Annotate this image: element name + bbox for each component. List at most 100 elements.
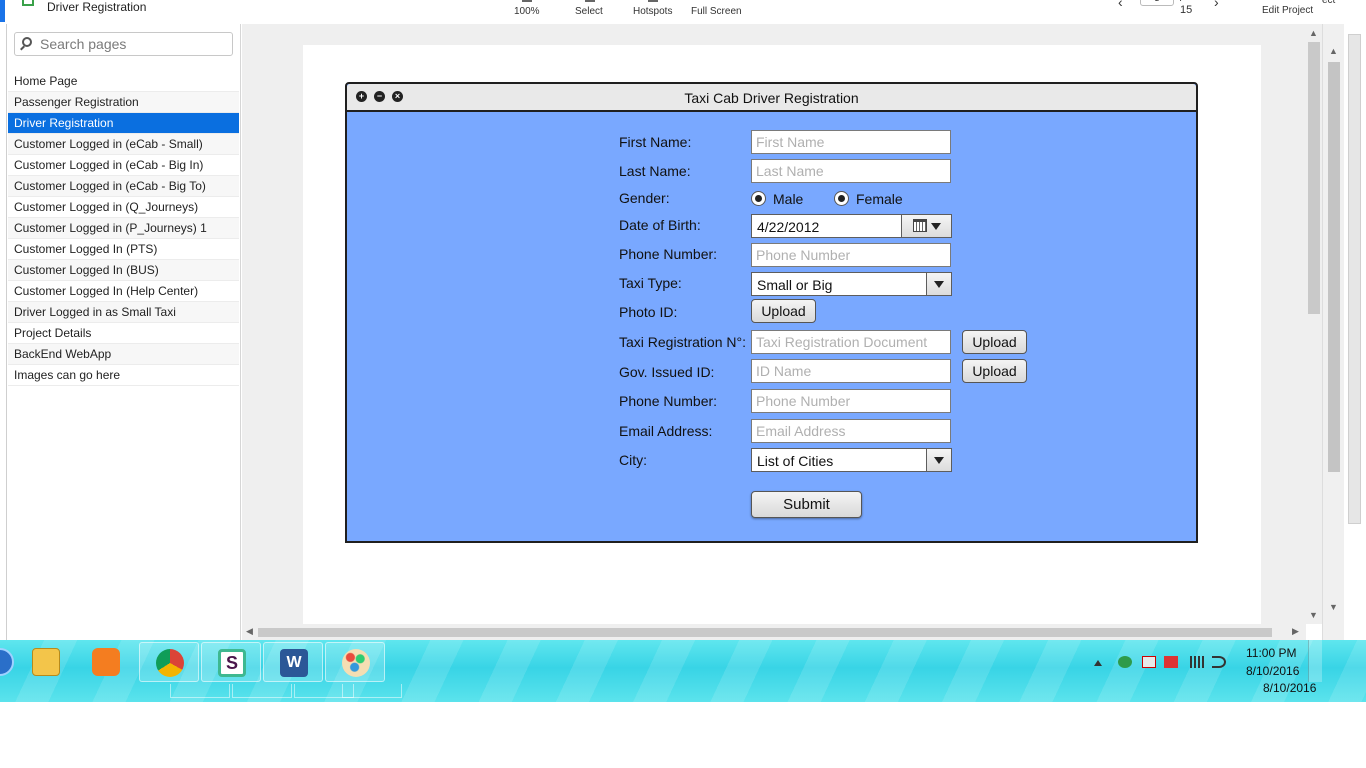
taskbar-slack[interactable]: S (201, 642, 261, 682)
network-error-icon[interactable] (1142, 656, 1156, 668)
horizontal-scroll-thumb[interactable] (258, 628, 1272, 637)
outer-scroll-thumb[interactable] (1348, 34, 1361, 524)
calendar-button[interactable] (901, 215, 951, 237)
mockup-window: + − × Taxi Cab Driver Registration First… (345, 82, 1198, 543)
city-dropdown-button[interactable] (926, 449, 951, 471)
clock-date[interactable]: 8/10/2016 (1246, 664, 1299, 678)
window-vertical-scrollbar[interactable]: ▲ ▼ (1322, 24, 1344, 644)
gender-male-radio[interactable] (751, 191, 766, 206)
page-item-ecab-small[interactable]: Customer Logged in (eCab - Small) (8, 134, 239, 155)
search-input[interactable] (40, 35, 230, 53)
page-item-ecab-big-to[interactable]: Customer Logged in (eCab - Big To) (8, 176, 239, 197)
search-box[interactable] (14, 32, 233, 56)
phone-number-label: Phone Number: (619, 246, 718, 262)
taskbar-media-player[interactable] (76, 642, 136, 682)
clock-date-ghost: 8/10/2016 (1263, 681, 1317, 695)
page-item-project-details[interactable]: Project Details (8, 323, 239, 344)
page-item-driver-registration[interactable]: Driver Registration (8, 113, 239, 134)
top-toolbar: Driver Registration 100% Select Hotspots… (0, 0, 1366, 24)
sidebar-edge (6, 24, 7, 640)
page-total: / 15 (1180, 0, 1193, 16)
page-item-home[interactable]: Home Page (8, 71, 239, 92)
sync-icon[interactable] (1118, 656, 1132, 668)
page-item-driver-small-taxi[interactable]: Driver Logged in as Small Taxi (8, 302, 239, 323)
page-number-input[interactable]: 5 (1140, 0, 1174, 6)
submit-button[interactable]: Submit (751, 491, 862, 518)
first-name-field[interactable] (751, 130, 951, 154)
left-accent-bar (0, 0, 5, 22)
last-name-label: Last Name: (619, 163, 691, 179)
taskbar-file-explorer[interactable] (16, 642, 76, 682)
hotspots-button[interactable]: Hotspots (633, 6, 672, 17)
volume-icon[interactable] (1212, 656, 1226, 668)
dob-date-picker[interactable]: 4/22/2012 (751, 214, 952, 238)
edit-project-button[interactable]: Edit Project (1262, 5, 1313, 16)
taskbar-ghost-item (342, 684, 402, 698)
mockup-title: Taxi Cab Driver Registration (684, 90, 859, 106)
outer-vertical-scrollbar[interactable] (1344, 24, 1366, 644)
window-scroll-up-icon[interactable]: ▲ (1329, 46, 1338, 56)
paint-icon (342, 649, 370, 677)
chevron-down-icon (934, 281, 944, 288)
page-item-ecab-big-in[interactable]: Customer Logged in (eCab - Big In) (8, 155, 239, 176)
phone-number-2-label: Phone Number: (619, 393, 718, 409)
phone-number-field[interactable] (751, 243, 951, 267)
taxi-registration-field[interactable] (751, 330, 951, 354)
windows-taskbar: S W 11:00 PM 8/10/2016 8/10/2016 (0, 640, 1366, 702)
phone-number-2-field[interactable] (751, 389, 951, 413)
page-item-p-journeys[interactable]: Customer Logged in (P_Journeys) 1 (8, 218, 239, 239)
scroll-up-icon[interactable]: ▲ (1309, 28, 1318, 38)
scroll-down-icon[interactable]: ▼ (1309, 610, 1318, 620)
taskbar-paint[interactable] (325, 642, 385, 682)
page-item-help-center[interactable]: Customer Logged In (Help Center) (8, 281, 239, 302)
gender-female-radio[interactable] (834, 191, 849, 206)
page-item-images[interactable]: Images can go here (8, 365, 239, 386)
show-desktop-button[interactable] (1308, 640, 1322, 682)
page-item-bus[interactable]: Customer Logged In (BUS) (8, 260, 239, 281)
gender-label: Gender: (619, 190, 670, 206)
taskbar-chrome[interactable] (139, 642, 199, 682)
taxi-type-value: Small or Big (757, 277, 833, 293)
next-page-icon[interactable]: › (1214, 0, 1219, 10)
email-field[interactable] (751, 419, 951, 443)
page-item-q-journeys[interactable]: Customer Logged in (Q_Journeys) (8, 197, 239, 218)
gov-id-field[interactable] (751, 359, 951, 383)
photo-id-upload-button[interactable]: Upload (751, 299, 816, 323)
horizontal-scrollbar[interactable]: ◀ ▶ (242, 624, 1306, 640)
clock-time[interactable]: 11:00 PM (1246, 646, 1296, 660)
window-scroll-thumb[interactable] (1328, 62, 1340, 472)
gov-id-upload-button[interactable]: Upload (962, 359, 1027, 383)
scroll-right-icon[interactable]: ▶ (1292, 626, 1299, 637)
email-label: Email Address: (619, 423, 713, 439)
dob-value: 4/22/2012 (757, 219, 820, 235)
page-item-pts[interactable]: Customer Logged In (PTS) (8, 239, 239, 260)
page-item-passenger-registration[interactable]: Passenger Registration (8, 92, 239, 113)
page-item-backend-webapp[interactable]: BackEnd WebApp (8, 344, 239, 365)
taskbar-word[interactable]: W (263, 642, 323, 682)
window-scroll-down-icon[interactable]: ▼ (1329, 602, 1338, 612)
select-icon[interactable] (585, 0, 595, 2)
radio-dot (838, 195, 845, 202)
fullscreen-button[interactable]: Full Screen (691, 6, 742, 17)
signal-icon[interactable] (1190, 656, 1204, 668)
edge-text: ect (1322, 0, 1336, 6)
show-hidden-icons-icon[interactable] (1094, 660, 1102, 666)
hotspots-icon[interactable] (648, 0, 658, 2)
taxi-type-select[interactable]: Small or Big (751, 272, 952, 296)
security-icon[interactable] (1164, 656, 1178, 668)
canvas-scroll-thumb[interactable] (1308, 42, 1320, 314)
scroll-left-icon[interactable]: ◀ (246, 626, 253, 637)
last-name-field[interactable] (751, 159, 951, 183)
canvas-vertical-scrollbar[interactable]: ▲ ▼ (1306, 24, 1322, 624)
taxi-type-dropdown-button[interactable] (926, 273, 951, 295)
taskbar-ghost-item (170, 684, 230, 698)
city-select[interactable]: List of Cities (751, 448, 952, 472)
zoom-level[interactable]: 100% (514, 6, 540, 17)
gender-female-label: Female (856, 191, 903, 207)
select-button[interactable]: Select (575, 6, 603, 17)
prev-page-icon[interactable]: ‹ (1118, 0, 1123, 10)
taxi-registration-upload-button[interactable]: Upload (962, 330, 1027, 354)
city-label: City: (619, 452, 647, 468)
zoom-icon[interactable] (522, 0, 532, 2)
chevron-down-icon (931, 223, 941, 230)
